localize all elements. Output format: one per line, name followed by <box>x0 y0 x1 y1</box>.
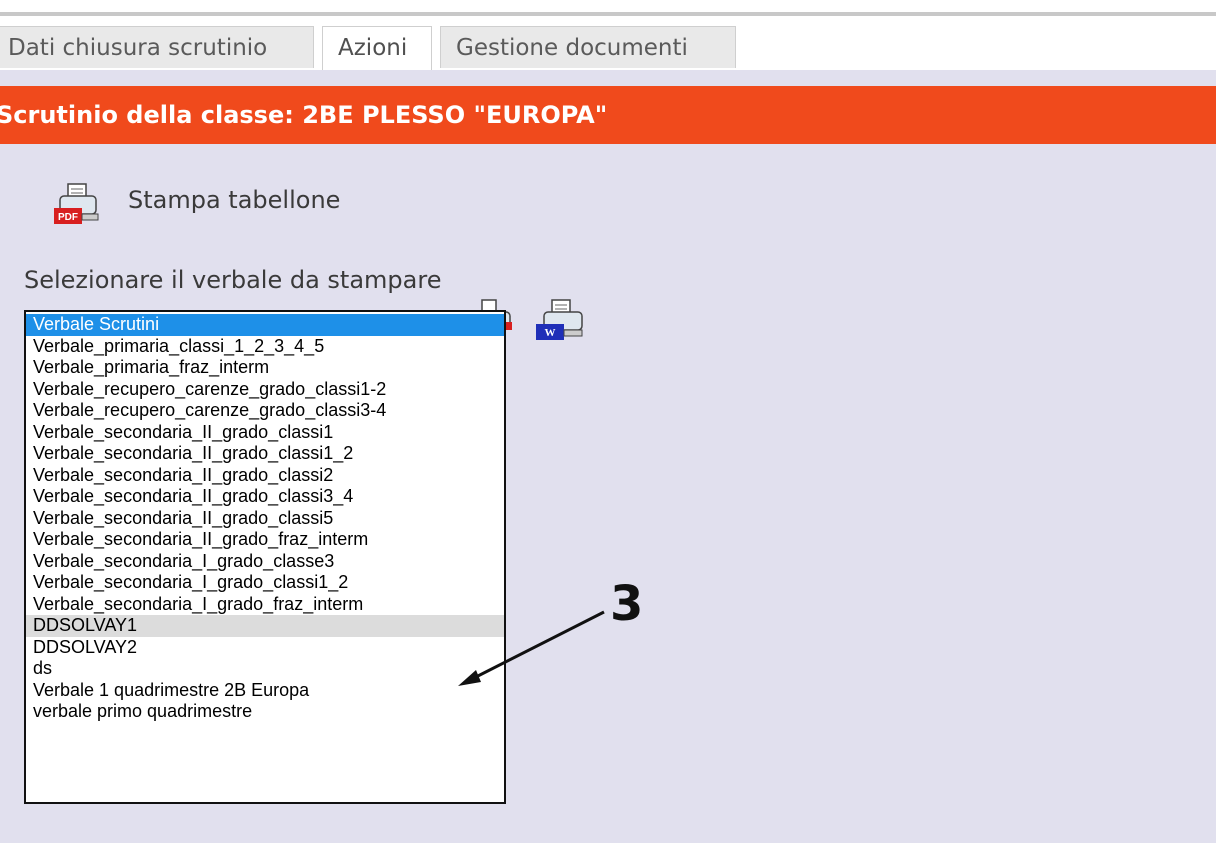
annotation-arrow <box>458 610 605 686</box>
annotation-number: 3 <box>610 576 644 632</box>
